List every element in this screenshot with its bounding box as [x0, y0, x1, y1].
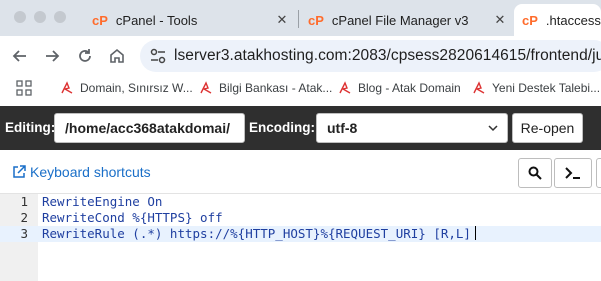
terminal-button[interactable]	[554, 158, 592, 188]
tab-label: .htaccess -	[545, 12, 601, 28]
tab-close-icon[interactable]: ✕	[492, 12, 508, 28]
line-number: 1	[20, 194, 28, 209]
bookmark-label: Domain, Sınırsız W...	[80, 81, 193, 95]
bookmarks-bar: Domain, Sınırsız W... Bilgi Bankası - At…	[0, 76, 601, 104]
bookmark-item[interactable]: Blog - Atak Domain	[338, 81, 461, 95]
line-number: 2	[20, 210, 28, 225]
site-settings-icon[interactable]	[148, 46, 168, 66]
code-text: RewriteEngine On	[42, 194, 163, 209]
code-text-active: RewriteRule (.*) https://%{HTTP_HOST}%{R…	[42, 226, 476, 241]
atak-favicon-icon	[473, 81, 485, 94]
cpanel-favicon-icon: cP	[308, 12, 324, 28]
navigation-bar: lserver3.atakhosting.com:2083/cpsess2820…	[0, 36, 601, 76]
code-text: RewriteCond %{HTTPS} off	[42, 210, 223, 225]
home-icon[interactable]	[105, 44, 129, 68]
tab-strip: cP cPanel - Tools ✕ cP cPanel File Manag…	[0, 0, 601, 36]
bookmark-item[interactable]: Yeni Destek Talebi...	[472, 81, 600, 95]
browser-window: cP cPanel - Tools ✕ cP cPanel File Manag…	[0, 0, 601, 281]
tab-label: cPanel File Manager v3	[331, 12, 469, 28]
window-minimize-control[interactable]	[34, 11, 46, 23]
tab-htaccess[interactable]: cP .htaccess -	[514, 4, 601, 36]
address-url: lserver3.atakhosting.com:2083/cpsess2820…	[174, 47, 601, 64]
atak-favicon-icon	[200, 81, 212, 94]
search-button[interactable]	[518, 158, 552, 188]
bookmark-label: Blog - Atak Domain	[358, 81, 461, 95]
keyboard-shortcuts-link[interactable]: Keyboard shortcuts	[12, 164, 151, 180]
bookmark-label: Yeni Destek Talebi...	[492, 81, 601, 95]
encoding-select[interactable]: utf-8	[316, 113, 508, 143]
editor-subtoolbar: Keyboard shortcuts	[0, 150, 601, 194]
code-text: RewriteRule (.*) https://%{HTTP_HOST}%{R…	[42, 226, 471, 241]
encoding-value: utf-8	[327, 120, 358, 136]
tab-label: cPanel - Tools	[115, 12, 198, 28]
cpanel-favicon-icon: cP	[92, 12, 108, 28]
editor-toolbar: Editing: /home/acc368atakdomai/ Encoding…	[0, 106, 601, 150]
code-editor[interactable]: 1 RewriteEngine On 2 RewriteCond %{HTTPS…	[0, 194, 601, 281]
code-line-active[interactable]: 3 RewriteRule (.*) https://%{HTTP_HOST}%…	[0, 226, 601, 242]
editing-label: Editing:	[5, 120, 56, 135]
keyboard-shortcuts-label: Keyboard shortcuts	[30, 164, 151, 180]
forward-icon[interactable]	[40, 44, 64, 68]
reopen-button[interactable]: Re-open	[512, 113, 583, 143]
tab-file-manager[interactable]: cP cPanel File Manager v3 ✕	[300, 4, 512, 36]
bookmark-item[interactable]: Domain, Sınırsız W...	[60, 81, 193, 95]
reload-icon[interactable]	[73, 44, 97, 68]
atak-favicon-icon	[339, 81, 351, 94]
file-path-field[interactable]: /home/acc368atakdomai/	[54, 113, 245, 143]
encoding-label: Encoding:	[249, 120, 315, 135]
search-icon	[528, 166, 542, 180]
external-link-icon	[13, 165, 26, 178]
window-close-control[interactable]	[14, 11, 26, 23]
tab-cpanel-tools[interactable]: cP cPanel - Tools ✕	[84, 4, 294, 36]
text-cursor	[474, 226, 476, 240]
address-bar[interactable]: lserver3.atakhosting.com:2083/cpsess2820…	[140, 40, 601, 72]
line-number: 3	[20, 226, 28, 241]
code-line[interactable]: 1 RewriteEngine On	[0, 194, 601, 210]
bookmark-label: Bilgi Bankası - Atak...	[219, 81, 333, 95]
atak-favicon-icon	[61, 81, 73, 94]
tab-close-icon[interactable]: ✕	[274, 12, 290, 28]
cpanel-favicon-icon: cP	[522, 12, 538, 28]
toolbar-button-partial[interactable]	[596, 158, 601, 188]
apps-grid-icon[interactable]	[14, 78, 34, 98]
tab-separator	[298, 10, 299, 28]
code-line[interactable]: 2 RewriteCond %{HTTPS} off	[0, 210, 601, 226]
chevron-down-icon	[488, 125, 498, 132]
back-icon[interactable]	[8, 44, 32, 68]
terminal-icon	[565, 167, 580, 179]
bookmark-item[interactable]: Bilgi Bankası - Atak...	[199, 81, 332, 95]
window-zoom-control[interactable]	[54, 11, 66, 23]
